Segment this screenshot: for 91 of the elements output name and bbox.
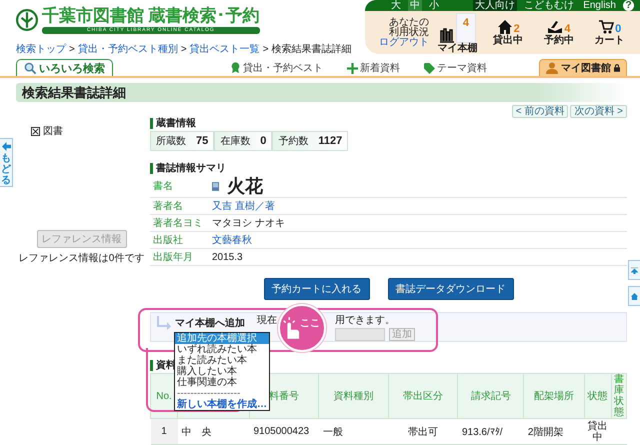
audience-link[interactable]: 大人向け [473, 0, 518, 11]
shelf-note: 現在 [257, 316, 277, 326]
nav-tab[interactable]: 貸出・予約ベスト [223, 60, 330, 76]
section-heading: 書誌情報サマリ [150, 163, 627, 174]
book-stand-icon[interactable] [547, 19, 564, 35]
table-cell: 2階開架 [524, 418, 584, 444]
field-label: 著者名 [152, 200, 184, 213]
my-library-tab[interactable]: マイ図書館 [539, 59, 627, 76]
book-icon [212, 182, 219, 190]
page-title: 検索結果書誌詳細 [22, 84, 126, 102]
dropdown-option[interactable]: 追加先の本棚選択 [175, 333, 269, 344]
reference-note: レファレンス情報は0件です [18, 252, 144, 265]
house-icon[interactable] [496, 19, 513, 35]
medal-icon [230, 62, 241, 74]
font-size-button[interactable]: 小 [427, 0, 441, 11]
help-button[interactable]: ? [623, 0, 634, 11]
nav-tab[interactable]: 新着資料 [340, 60, 407, 76]
counter-label[interactable]: カート [594, 35, 625, 46]
shelf-note: 用できます。 [335, 316, 395, 326]
holding-stat: 所蔵数 75 [150, 131, 214, 151]
count-label: 0 [615, 23, 622, 35]
field-label: 出版年月 [152, 250, 194, 264]
breadcrumb-link[interactable]: 貸出・予約ベスト種別 [78, 44, 178, 56]
count-label: 2 [514, 23, 520, 35]
cart-icon[interactable] [598, 19, 614, 35]
site-title[interactable]: 千葉市図書館 蔵書検索･予約 [42, 6, 260, 26]
field-value: マタヨシ ナオキ [212, 217, 285, 230]
audience-link[interactable]: こどもむけ [522, 0, 576, 11]
back-tab[interactable]: もどる [0, 138, 13, 187]
font-size-button[interactable]: 中 [408, 0, 422, 11]
field-link[interactable]: 文藝春秋 [212, 233, 252, 247]
counter-label[interactable]: 貸出中 [493, 35, 524, 46]
column-header: 状態 [584, 374, 612, 418]
logout-link[interactable]: ログアウト [379, 38, 429, 48]
breadcrumb-link[interactable]: 貸出ベスト一覧 [190, 44, 260, 56]
field-label: 著者名ヨミ [152, 216, 204, 230]
arrow-up-icon [631, 266, 638, 274]
person-icon [546, 62, 558, 74]
counter-label[interactable]: 予約中 [544, 35, 574, 46]
table-cell: 帯出可 [388, 418, 458, 444]
pager-button[interactable]: < 前の資料 [512, 105, 568, 118]
field-link[interactable]: 又吉 直樹／著 [212, 199, 275, 213]
field-label: 出版社 [152, 234, 184, 247]
scroll-top-button[interactable] [628, 260, 640, 280]
audience-link[interactable]: English [581, 0, 618, 11]
column-header: 請求記号 [458, 374, 524, 418]
library-emblem-icon [16, 9, 38, 31]
column-header: 配架場所 [524, 374, 584, 418]
table-cell: 1 [150, 418, 178, 444]
column-header: 帯出区分 [388, 374, 458, 418]
holding-stat: 予約数 1127 [272, 131, 348, 151]
breadcrumb-current: 検索結果書誌詳細 [272, 44, 352, 56]
action-button[interactable]: 予約カートに入れる [264, 278, 370, 300]
breadcrumb-separator: > [262, 44, 269, 56]
nav-tab[interactable]: いろいろ検索 [16, 59, 113, 76]
breadcrumb-separator: > [69, 44, 75, 56]
breadcrumb-link[interactable]: 検索トップ [16, 44, 66, 56]
count-label: 4 [564, 23, 570, 35]
book-type-icon [31, 126, 40, 136]
table-cell: 貸出中 [584, 418, 612, 444]
tag-icon [424, 62, 435, 74]
book-title: 火花 [227, 175, 263, 198]
action-button[interactable]: 書誌データダウンロード [388, 278, 514, 300]
dropdown-option[interactable]: いずれ読みたい本 [175, 344, 269, 355]
pointing-hand-icon [282, 317, 300, 339]
table-cell: 中 央 [178, 418, 250, 444]
font-size-button[interactable]: 大 [389, 0, 403, 11]
material-type: 図書 [43, 124, 63, 138]
field-value: 2015.3 [212, 252, 243, 262]
pager-button[interactable]: 次の資料 > [570, 105, 627, 118]
magnifier-icon [24, 62, 37, 74]
lock-icon [614, 64, 620, 72]
column-header: 書庫状態 [611, 374, 626, 418]
books-icon[interactable] [438, 27, 455, 43]
table-cell: 一般 [318, 418, 388, 444]
field-label: 書名 [152, 180, 174, 193]
holding-stat: 在庫数 0 [214, 131, 272, 151]
breadcrumb-separator: > [180, 44, 187, 56]
count-label: 4 [456, 13, 476, 43]
table-cell: 9105000423 [249, 418, 319, 444]
usage-status-label: あなたの利用状況 [388, 18, 429, 38]
arrow-left-icon [2, 142, 10, 151]
nav-tab[interactable]: テーマ資料 [417, 60, 494, 76]
table-cell: 913.6/ﾏﾀ/ [458, 418, 524, 444]
shelf-title: マイ本棚へ追加 [175, 318, 245, 329]
callout-text: ここ [300, 317, 320, 330]
column-header: 資料種別 [318, 374, 388, 418]
house-icon [631, 292, 638, 300]
turn-arrow-icon [157, 316, 171, 330]
counter-label[interactable]: マイ本棚 [437, 43, 478, 54]
home-button[interactable] [628, 286, 640, 306]
